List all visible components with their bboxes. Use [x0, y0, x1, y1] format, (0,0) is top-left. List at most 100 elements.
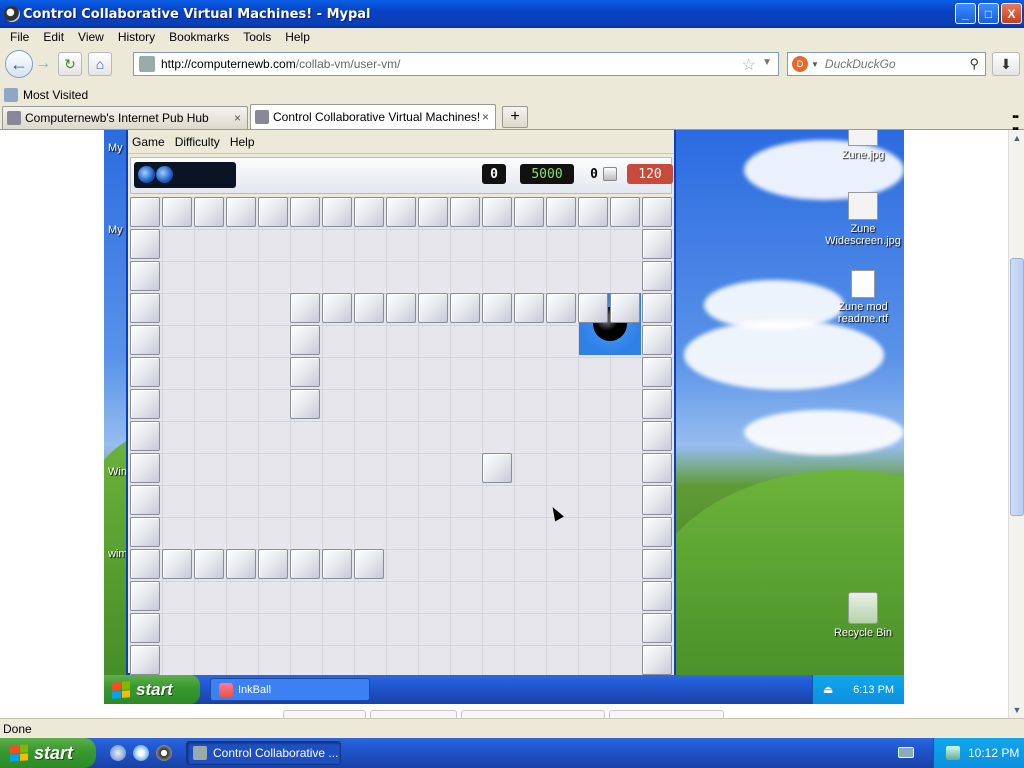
recycle-bin-icon [848, 592, 878, 624]
status-bar: Done [0, 718, 1024, 738]
wall-block [322, 293, 352, 323]
wall-block [290, 293, 320, 323]
document-icon [851, 270, 875, 298]
image-file-icon [848, 192, 878, 220]
inkball-window[interactable]: Game Difficulty Help 0 5000 0 120 [126, 130, 676, 677]
menu-file[interactable]: File [7, 30, 32, 44]
quicklaunch-desktop-icon[interactable] [110, 745, 126, 761]
desktop-icon-label[interactable]: My [108, 142, 123, 154]
mouse-cursor-icon [548, 504, 564, 522]
site-identity-icon[interactable] [139, 56, 155, 72]
start-button[interactable]: start [0, 738, 96, 768]
page-scrollbar[interactable]: ▲ ▼ [1008, 130, 1024, 718]
wall-block [514, 293, 544, 323]
clock: 10:12 PM [968, 746, 1020, 760]
tab-label: Computernewb's Internet Pub Hub [25, 111, 209, 125]
wall-block [194, 549, 224, 579]
mypal-quicklaunch-icon[interactable] [156, 745, 172, 761]
task-mypal-window[interactable]: Control Collaborative ... [186, 741, 341, 765]
back-button[interactable]: ← [5, 50, 33, 78]
search-input[interactable] [824, 57, 955, 71]
page-tab-stub[interactable] [370, 710, 457, 718]
bonus-counter: 0 [590, 166, 598, 182]
wall-block [130, 517, 160, 547]
wall-block [130, 293, 160, 323]
bookmark-star-icon[interactable]: ☆ [742, 55, 756, 75]
inkball-menu-help[interactable]: Help [230, 135, 255, 149]
search-bar[interactable]: D ▼ ⚲ [787, 52, 986, 76]
close-button[interactable]: X [1001, 3, 1022, 24]
menu-edit[interactable]: Edit [40, 30, 67, 44]
search-icon[interactable]: ⚲ [969, 56, 979, 72]
vm-taskbar: start InkBall ⏏ 6:13 PM [104, 675, 904, 704]
desktop-icon-label[interactable]: My [108, 224, 123, 236]
wall-block [290, 197, 320, 227]
chevron-down-icon[interactable]: ▼ [811, 60, 819, 69]
menu-view[interactable]: View [75, 30, 107, 44]
windows-logo-icon [10, 744, 28, 762]
wall-block [642, 229, 672, 259]
tab-computernewb[interactable]: Computernewb's Internet Pub Hub × [2, 106, 248, 129]
scroll-down-icon[interactable]: ▼ [1009, 702, 1024, 718]
game-board[interactable] [130, 197, 674, 677]
desktop-icon-zune-widescreen[interactable]: Zune Widescreen.jpg [823, 192, 903, 247]
desktop-icon-label[interactable]: wim [108, 548, 128, 560]
desktop-icon-zune-readme[interactable]: Zune mod readme.rtf [823, 270, 903, 325]
scroll-up-icon[interactable]: ▲ [1009, 130, 1024, 146]
url-bar[interactable]: http://computernewb.com/collab-vm/user-v… [133, 52, 779, 76]
wall-block [642, 485, 672, 515]
vm-start-button[interactable]: start [104, 675, 200, 704]
desktop-icon-label[interactable]: Win [108, 466, 127, 478]
inkball-menu-difficulty[interactable]: Difficulty [175, 135, 220, 149]
page-tab-stub[interactable] [609, 710, 724, 718]
menu-help[interactable]: Help [282, 30, 313, 44]
keyboard-icon[interactable] [898, 747, 914, 758]
tab-close-icon[interactable]: × [234, 111, 241, 125]
window-title: Control Collaborative Virtual Machines! … [23, 6, 371, 22]
tab-label: Control Collaborative Virtual Machines! [273, 110, 481, 124]
forward-button[interactable]: → [34, 52, 52, 76]
new-tab-button[interactable]: + [502, 106, 528, 128]
wall-block [386, 293, 416, 323]
most-visited-bookmark[interactable]: Most Visited [23, 88, 88, 102]
desktop-icon-recycle-bin[interactable]: Recycle Bin [823, 592, 903, 639]
eject-icon[interactable]: ⏏ [823, 683, 833, 696]
wall-block [610, 197, 640, 227]
wall-block [258, 197, 288, 227]
wall-block [130, 389, 160, 419]
wall-block [610, 293, 640, 323]
wall-block [130, 453, 160, 483]
inkball-menu-game[interactable]: Game [132, 135, 165, 149]
wall-block [130, 357, 160, 387]
page-tab-stub[interactable] [283, 710, 366, 718]
inkball-status-panel: 0 5000 0 120 [130, 157, 673, 194]
menu-tools[interactable]: Tools [240, 30, 274, 44]
host-taskbar: start Control Collaborative ... 10:12 PM [0, 738, 1024, 768]
menu-bookmarks[interactable]: Bookmarks [166, 30, 232, 44]
network-icon[interactable] [946, 746, 960, 760]
scrollbar-thumb[interactable] [1010, 258, 1024, 516]
vm-task-inkball[interactable]: InkBall [210, 678, 370, 701]
wall-block [130, 421, 160, 451]
url-dropdown-icon[interactable]: ▼ [762, 57, 772, 68]
wall-block [130, 325, 160, 355]
desktop-icon-zune-jpg[interactable]: Zune.jpg [823, 130, 903, 161]
tab-close-icon[interactable]: × [482, 110, 489, 124]
search-engine-icon[interactable]: D [792, 56, 808, 72]
menu-history[interactable]: History [115, 30, 158, 44]
tab-collabvm[interactable]: Control Collaborative Virtual Machines! … [250, 104, 496, 129]
home-button[interactable]: ⌂ [88, 52, 112, 76]
download-button[interactable]: ⬇ [992, 52, 1020, 76]
vm-screen[interactable]: My My Win wim Zune.jpg Zune Widescreen.j… [104, 130, 904, 704]
mypal-app-icon [193, 746, 207, 760]
wall-block [130, 261, 160, 291]
window-titlebar: Control Collaborative Virtual Machines! … [0, 0, 1024, 28]
maximize-button[interactable]: □ [978, 3, 999, 24]
url-text[interactable]: http://computernewb.com/collab-vm/user-v… [161, 57, 400, 71]
page-tab-stub[interactable] [461, 710, 605, 718]
vm-system-tray: ⏏ 6:13 PM [812, 675, 904, 704]
wall-block [386, 197, 416, 227]
minimize-button[interactable]: _ [955, 3, 976, 24]
reload-button[interactable]: ↻ [58, 52, 82, 76]
internet-explorer-icon[interactable] [133, 745, 149, 761]
